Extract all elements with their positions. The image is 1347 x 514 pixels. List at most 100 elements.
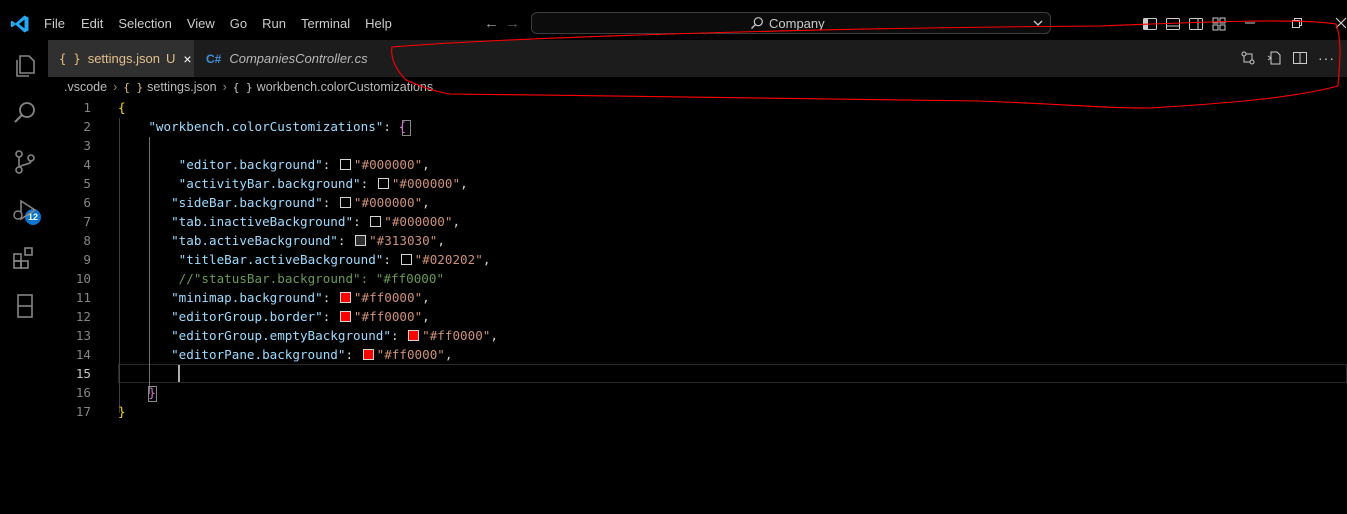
comma: , — [452, 214, 461, 229]
json-key: "editorGroup.border" — [171, 309, 323, 324]
code-text: } — [118, 402, 126, 421]
command-center-text: Company — [769, 16, 825, 31]
code-comment: //"statusBar.background": "#ff0000" — [178, 271, 445, 286]
source-control-icon[interactable] — [12, 149, 38, 175]
menu-terminal[interactable]: Terminal — [301, 16, 350, 31]
line-number: 2 — [83, 119, 91, 134]
color-swatch[interactable] — [339, 311, 351, 322]
code-line[interactable]: 10 //"statusBar.background": "#ff0000" — [48, 269, 1347, 288]
code-text: "titleBar.activeBackground": "#020202", — [118, 250, 491, 269]
csharp-file-icon: C# — [206, 51, 222, 66]
remote-explorer-icon[interactable] — [12, 293, 38, 319]
close-tab-icon[interactable]: × — [183, 51, 191, 67]
customize-layout-icon[interactable] — [1211, 16, 1227, 32]
line-number: 16 — [75, 385, 91, 400]
color-swatch[interactable] — [377, 178, 389, 189]
code-text: "editorPane.background": "#ff0000", — [118, 345, 452, 364]
breadcrumb-file[interactable]: settings.json — [147, 80, 216, 94]
code-line[interactable]: 3 — [48, 136, 1347, 155]
color-swatch[interactable] — [400, 254, 412, 265]
breadcrumb-symbol[interactable]: workbench.colorCustomizations — [257, 80, 433, 94]
tab-companies-controller[interactable]: C# CompaniesController.cs — [194, 40, 368, 77]
code-line[interactable]: 8 "tab.activeBackground": "#313030", — [48, 231, 1347, 250]
menu-go[interactable]: Go — [230, 16, 247, 31]
code-line[interactable]: 11 "minimap.background": "#ff0000", — [48, 288, 1347, 307]
menu-selection[interactable]: Selection — [118, 16, 171, 31]
search-icon[interactable] — [12, 100, 38, 126]
colon: : — [383, 252, 399, 267]
colon: : — [390, 328, 407, 343]
command-center-search[interactable]: Company — [531, 12, 1051, 34]
back-arrow-icon[interactable]: ← — [484, 15, 505, 32]
color-swatch[interactable] — [339, 197, 351, 208]
indentation — [118, 271, 179, 286]
line-number: 12 — [75, 309, 91, 324]
toggle-panel-icon[interactable] — [1165, 16, 1181, 32]
minimize-icon[interactable] — [1244, 17, 1256, 29]
line-number: 5 — [83, 176, 91, 191]
json-value: "#ff0000" — [353, 309, 423, 324]
line-number: 10 — [75, 271, 91, 286]
close-brace: } — [118, 404, 126, 419]
json-value: "#000000" — [391, 176, 461, 191]
editor-actions: ··· — [1240, 50, 1335, 66]
colon: : — [337, 233, 354, 248]
more-actions-icon[interactable]: ··· — [1318, 50, 1335, 66]
code-line[interactable]: 13 "editorGroup.emptyBackground": "#ff00… — [48, 326, 1347, 345]
code-editor[interactable]: 1{2 "workbench.colorCustomizations": {3 4… — [48, 98, 1347, 514]
color-swatch[interactable] — [339, 159, 351, 170]
toggle-primary-sidebar-icon[interactable] — [1142, 16, 1158, 32]
chevron-down-icon[interactable] — [1032, 17, 1044, 29]
json-key: "titleBar.activeBackground" — [178, 252, 384, 267]
color-swatch[interactable] — [355, 235, 367, 246]
colon: : — [383, 119, 399, 134]
breadcrumb-folder[interactable]: .vscode — [64, 80, 107, 94]
code-line[interactable]: 2 "workbench.colorCustomizations": { — [48, 117, 1347, 136]
json-key: "minimap.background" — [171, 290, 323, 305]
menu-run[interactable]: Run — [262, 16, 286, 31]
code-line[interactable]: 6 "sideBar.background": "#000000", — [48, 193, 1347, 212]
line-number: 1 — [83, 100, 91, 115]
code-line[interactable]: 12 "editorGroup.border": "#ff0000", — [48, 307, 1347, 326]
code-line[interactable]: 17} — [48, 402, 1347, 421]
code-line[interactable]: 1{ — [48, 98, 1347, 117]
explorer-icon[interactable] — [12, 53, 38, 79]
code-line[interactable]: 7 "tab.inactiveBackground": "#000000", — [48, 212, 1347, 231]
code-line[interactable]: 15 — [48, 364, 1347, 383]
menu-file[interactable]: File — [44, 16, 65, 31]
code-text: "editorGroup.border": "#ff0000", — [118, 307, 430, 326]
code-line[interactable]: 5 "activityBar.background": "#000000", — [48, 174, 1347, 193]
open-settings-json-icon[interactable] — [1266, 50, 1282, 66]
code-line[interactable]: 9 "titleBar.activeBackground": "#020202"… — [48, 250, 1347, 269]
forward-arrow-icon[interactable]: → — [505, 15, 526, 32]
code-text: "tab.inactiveBackground": "#000000", — [118, 212, 460, 231]
code-text: "workbench.colorCustomizations": { — [118, 117, 406, 136]
indentation — [118, 233, 171, 248]
code-line[interactable]: 4 "editor.background": "#000000", — [48, 155, 1347, 174]
run-debug-icon[interactable] — [12, 197, 38, 223]
close-window-icon[interactable] — [1335, 17, 1347, 29]
color-swatch[interactable] — [339, 292, 351, 303]
toggle-secondary-sidebar-icon[interactable] — [1188, 16, 1204, 32]
json-file-icon: { } — [59, 51, 81, 66]
color-swatch[interactable] — [370, 216, 382, 227]
line-number: 7 — [83, 214, 91, 229]
menu-bar: File Edit Selection View Go Run Terminal… — [44, 16, 407, 31]
code-text: "minimap.background": "#ff0000", — [118, 288, 430, 307]
json-value: "#000000" — [353, 157, 423, 172]
indentation — [118, 328, 171, 343]
tab-settings-json[interactable]: { } settings.json U × — [48, 40, 194, 77]
restore-icon[interactable] — [1291, 17, 1303, 29]
menu-view[interactable]: View — [187, 16, 215, 31]
extensions-icon[interactable] — [12, 245, 38, 271]
code-line[interactable]: 16 } — [48, 383, 1347, 402]
comma: , — [422, 157, 430, 172]
line-number: 6 — [83, 195, 91, 210]
color-swatch[interactable] — [408, 330, 420, 341]
code-line[interactable]: 14 "editorPane.background": "#ff0000", — [48, 345, 1347, 364]
color-swatch[interactable] — [362, 349, 374, 360]
split-editor-icon[interactable] — [1292, 50, 1308, 66]
open-changes-icon[interactable] — [1240, 50, 1256, 66]
menu-help[interactable]: Help — [365, 16, 392, 31]
menu-edit[interactable]: Edit — [81, 16, 103, 31]
